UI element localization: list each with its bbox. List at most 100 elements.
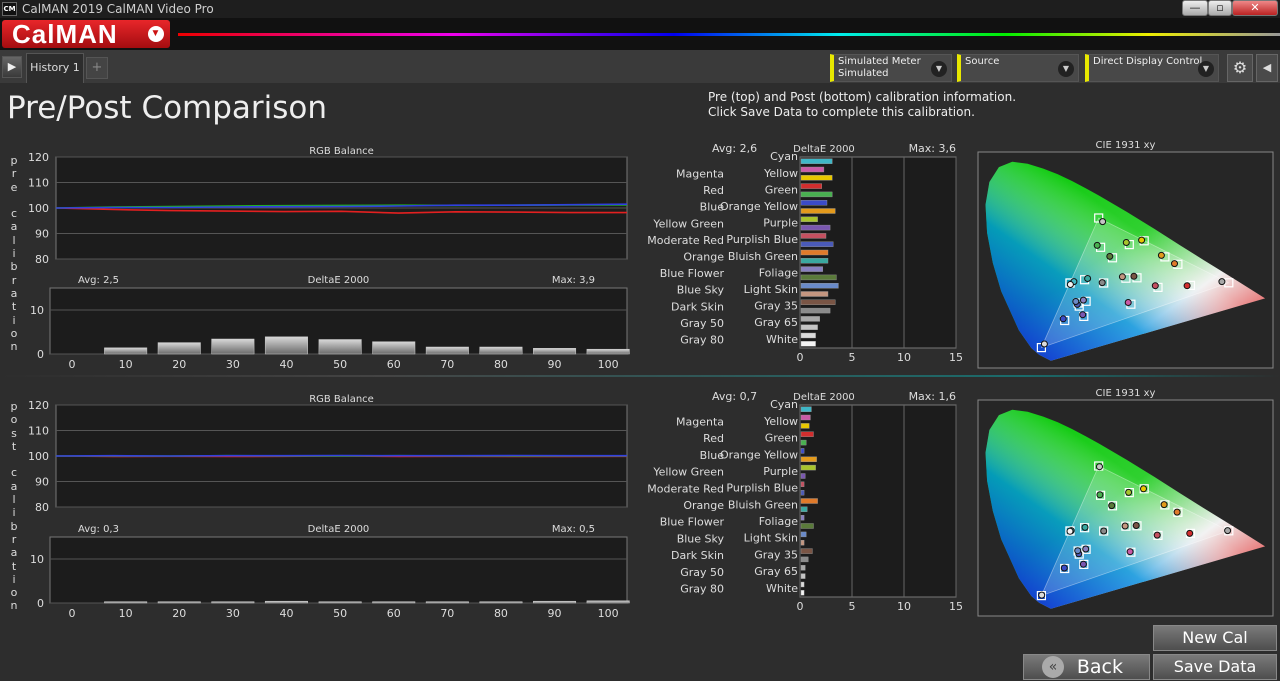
patch-label: Red bbox=[703, 184, 724, 197]
measured-point bbox=[1173, 508, 1181, 516]
measured-point bbox=[1040, 340, 1048, 348]
measured-point bbox=[1098, 279, 1106, 287]
bar-gray-80 bbox=[800, 332, 816, 339]
bar-gray-50 bbox=[800, 565, 806, 571]
y-tick-label: 120 bbox=[28, 399, 49, 412]
bar-purplish-blue bbox=[800, 490, 805, 496]
x-tick-label: 100 bbox=[598, 358, 619, 371]
series-line-blue bbox=[55, 454, 627, 457]
back-button[interactable]: « Back bbox=[1023, 654, 1150, 680]
max-label: Max: 3,6 bbox=[909, 142, 956, 155]
bar-red bbox=[800, 183, 822, 189]
x-tick-label: 90 bbox=[548, 358, 562, 371]
bar-yellow bbox=[800, 175, 833, 181]
bar-10 bbox=[104, 601, 148, 604]
patch-label: Green bbox=[765, 432, 798, 445]
bar-gray-35 bbox=[800, 556, 809, 563]
patch-label: Gray 65 bbox=[754, 565, 798, 578]
chart-title: CIE 1931 xy bbox=[1096, 140, 1156, 151]
avg-label: Avg: 2,6 bbox=[712, 142, 757, 155]
x-tick-label: 80 bbox=[494, 358, 508, 371]
bar-30 bbox=[211, 601, 255, 604]
y-tick-label: 120 bbox=[28, 151, 49, 164]
patch-label: Gray 80 bbox=[680, 582, 724, 595]
patch-label: Moderate Red bbox=[647, 234, 724, 247]
measured-point bbox=[1160, 501, 1168, 509]
new-cal-button[interactable]: New Cal bbox=[1153, 625, 1277, 651]
patch-label: Magenta bbox=[676, 416, 724, 429]
bar-50 bbox=[318, 339, 362, 355]
y-tick-label: 100 bbox=[28, 450, 49, 463]
measured-point bbox=[1079, 311, 1087, 319]
x-tick-label: 90 bbox=[548, 607, 562, 620]
x-tick-label: 30 bbox=[226, 607, 240, 620]
patch-label: Bluish Green bbox=[728, 250, 798, 263]
measured-point bbox=[1106, 252, 1114, 260]
x-tick-label: 80 bbox=[494, 607, 508, 620]
bar-10 bbox=[104, 347, 148, 355]
x-tick-label: 10 bbox=[119, 358, 133, 371]
measured-point bbox=[1108, 502, 1116, 510]
patch-label: Cyan bbox=[770, 398, 798, 411]
patch-label: Dark Skin bbox=[671, 300, 724, 313]
measured-point bbox=[1066, 527, 1074, 535]
patch-label: Magenta bbox=[676, 167, 724, 180]
x-tick-label: 70 bbox=[440, 358, 454, 371]
patch-label: Gray 50 bbox=[680, 317, 724, 330]
bar-moderate-red bbox=[800, 481, 805, 487]
x-tick-label: 15 bbox=[949, 351, 963, 364]
bar-bluish-green bbox=[800, 506, 808, 512]
bar-blue bbox=[800, 199, 828, 206]
patch-label: Yellow Green bbox=[652, 217, 724, 230]
x-tick-label: 30 bbox=[226, 358, 240, 371]
bar-80 bbox=[479, 601, 523, 604]
bar-magenta bbox=[800, 166, 825, 173]
patch-label: Gray 35 bbox=[754, 300, 798, 313]
bar-50 bbox=[318, 601, 362, 604]
x-tick-label: 5 bbox=[849, 351, 856, 364]
bar-orange bbox=[800, 498, 818, 504]
y-tick-label: 10 bbox=[30, 553, 44, 566]
measured-point bbox=[1125, 488, 1133, 496]
bar-foliage bbox=[800, 274, 837, 281]
bar-90 bbox=[533, 600, 577, 604]
x-tick-label: 10 bbox=[119, 607, 133, 620]
measured-point bbox=[1038, 591, 1046, 599]
patch-label: Blue Sky bbox=[677, 284, 725, 297]
bar-90 bbox=[533, 348, 577, 355]
patch-label: Gray 80 bbox=[680, 334, 724, 347]
measured-point bbox=[1072, 298, 1080, 305]
measured-point bbox=[1060, 564, 1068, 572]
x-tick-label: 50 bbox=[333, 607, 347, 620]
patch-label: Purplish Blue bbox=[726, 482, 798, 495]
measured-point bbox=[1218, 278, 1226, 286]
measured-point bbox=[1099, 218, 1107, 226]
measured-point bbox=[1138, 236, 1146, 244]
avg-label: Avg: 0,7 bbox=[712, 390, 757, 403]
bar-100 bbox=[586, 348, 630, 355]
measured-point bbox=[1118, 273, 1126, 281]
measured-point bbox=[1074, 547, 1082, 555]
save-data-button[interactable]: Save Data bbox=[1153, 654, 1277, 680]
bar-gray-65 bbox=[800, 324, 818, 330]
max-label: Max: 1,6 bbox=[909, 390, 956, 403]
bar-60 bbox=[372, 601, 416, 604]
bar-60 bbox=[372, 341, 416, 355]
patch-label: Light Skin bbox=[744, 283, 798, 296]
bar-magenta bbox=[800, 414, 811, 421]
bar-yellow-green bbox=[800, 216, 818, 223]
x-tick-label: 60 bbox=[387, 607, 401, 620]
bar-gray-50 bbox=[800, 316, 820, 322]
measured-point bbox=[1132, 522, 1140, 529]
measured-point bbox=[1157, 251, 1165, 259]
bar-light-skin bbox=[800, 540, 805, 546]
bar-orange-yellow bbox=[800, 208, 836, 214]
patch-label: Blue Flower bbox=[660, 267, 725, 280]
bar-dark-skin bbox=[800, 548, 813, 554]
x-tick-label: 40 bbox=[279, 358, 293, 371]
measured-point bbox=[1079, 560, 1087, 568]
bar-green bbox=[800, 191, 833, 198]
measured-point bbox=[1084, 275, 1092, 282]
patch-label: Orange bbox=[683, 251, 724, 264]
bar-red bbox=[800, 431, 814, 437]
